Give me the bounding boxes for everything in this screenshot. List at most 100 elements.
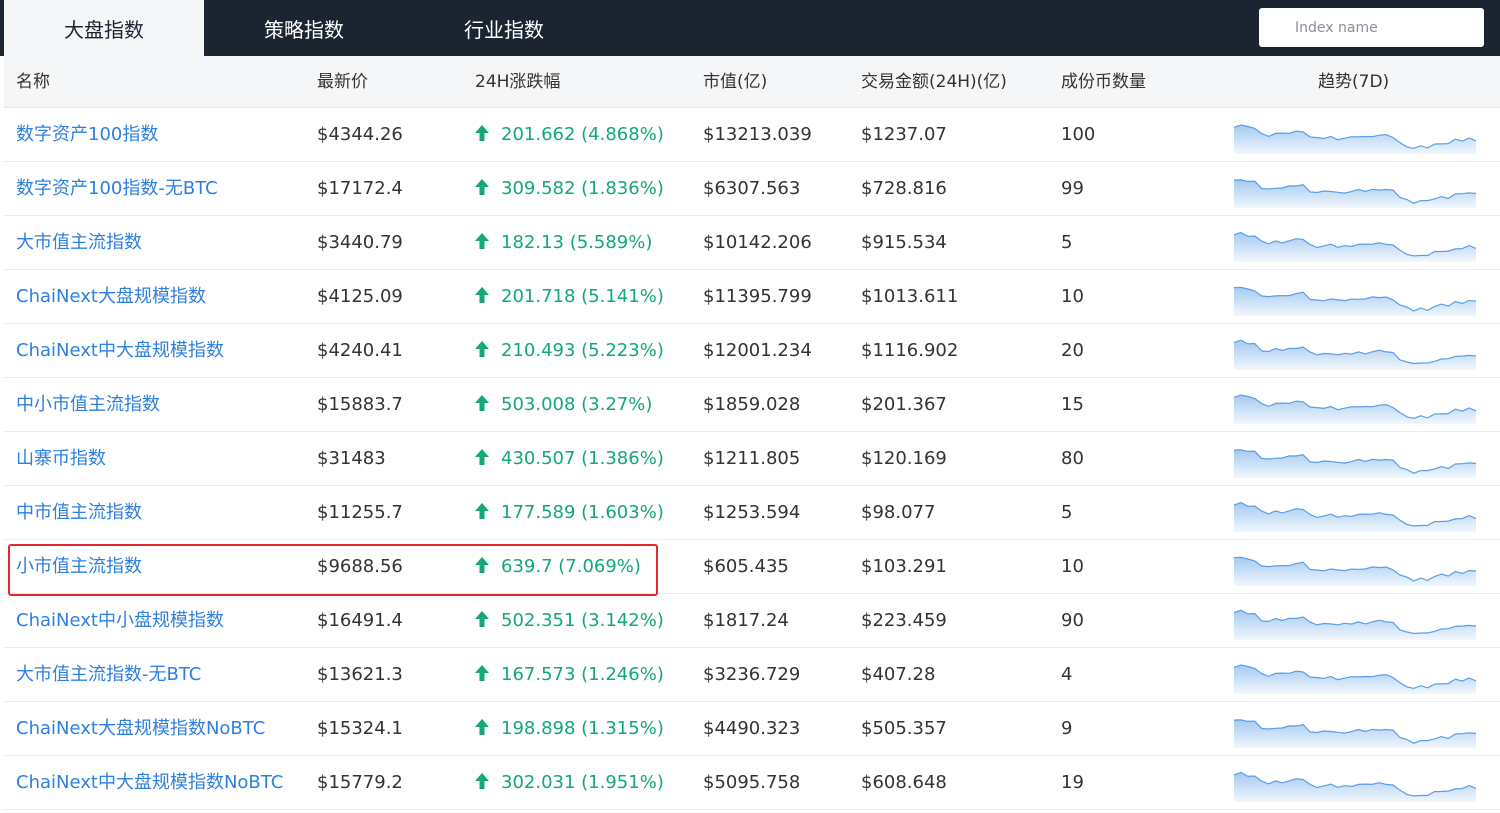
trend-sparkline	[1234, 771, 1476, 802]
table-header: 名称 最新价 24H涨跌幅 市值(亿) 交易金额(24H)(亿) 成份币数量 趋…	[4, 56, 1500, 108]
market-cap: $13213.039	[703, 124, 812, 145]
table-row[interactable]: 中小市值主流指数 $15883.7 503.008 (3.27%) $1859.028…	[4, 378, 1500, 432]
table-row[interactable]: 大市值主流指数 $3440.79 182.13 (5.589%) $10142.206…	[4, 216, 1500, 270]
index-name-link[interactable]: 中小市值主流指数	[16, 378, 160, 432]
index-name-link[interactable]: 山寨币指数	[16, 432, 106, 486]
table-row[interactable]: ChaiNext大盘规模指数NoBTC $15324.1 198.898 (1.31…	[4, 702, 1500, 756]
index-name-link[interactable]: 大市值主流指数	[16, 216, 142, 270]
tab-industry-index[interactable]: 行业指数	[404, 0, 604, 56]
table-row[interactable]: 小市值主流指数 $9688.56 639.7 (7.069%) $605.435 $10…	[4, 540, 1500, 594]
change-24h-value: 639.7 (7.069%)	[501, 556, 641, 577]
table-row[interactable]: 大市值主流指数-无BTC $13621.3 167.573 (1.246%) $323…	[4, 648, 1500, 702]
trading-volume: $728.816	[861, 178, 947, 199]
change-24h-value: 502.351 (3.142%)	[501, 610, 664, 631]
index-name-link[interactable]: 数字资产100指数-无BTC	[16, 162, 218, 216]
index-name-link[interactable]: ChaiNext中大盘规模指数NoBTC	[16, 756, 283, 810]
change-24h: 177.589 (1.603%)	[475, 486, 664, 540]
change-24h-value: 177.589 (1.603%)	[501, 502, 664, 523]
trend-sparkline	[1234, 449, 1476, 478]
column-header-name[interactable]: 名称	[16, 56, 50, 108]
index-name-link[interactable]: 数字资产100指数	[16, 108, 158, 162]
sparkline-area	[1234, 449, 1476, 478]
sparkline-area	[1234, 610, 1476, 640]
change-24h: 182.13 (5.589%)	[475, 216, 652, 270]
index-name-link[interactable]: 大市值主流指数-无BTC	[16, 648, 201, 702]
arrow-up-icon	[475, 719, 489, 735]
latest-price: $17172.4	[317, 178, 403, 199]
arrow-up-icon	[475, 287, 489, 303]
market-cap: $1253.594	[703, 502, 801, 523]
latest-price: $4125.09	[317, 286, 403, 307]
sparkline-area	[1234, 232, 1476, 262]
change-24h-value: 201.718 (5.141%)	[501, 286, 664, 307]
table-row[interactable]: 山寨币指数 $31483 430.507 (1.386%) $1211.805 $120…	[4, 432, 1500, 486]
latest-price: $4344.26	[317, 124, 403, 145]
index-name-link[interactable]: ChaiNext大盘规模指数NoBTC	[16, 702, 265, 756]
table-row[interactable]: ChaiNext中大盘规模指数 $4240.41 210.493 (5.223%) $…	[4, 324, 1500, 378]
trend-sparkline	[1234, 179, 1476, 208]
market-cap: $1859.028	[703, 394, 801, 415]
sparkline-area	[1234, 772, 1476, 802]
tab-market-index[interactable]: 大盘指数	[4, 0, 204, 56]
index-name-link[interactable]: ChaiNext大盘规模指数	[16, 270, 206, 324]
constituent-count: 80	[1061, 448, 1084, 469]
trend-sparkline	[1234, 339, 1476, 370]
latest-price: $3440.79	[317, 232, 403, 253]
change-24h-value: 503.008 (3.27%)	[501, 394, 653, 415]
trend-sparkline	[1234, 501, 1476, 532]
market-cap: $6307.563	[703, 178, 801, 199]
search-input[interactable]	[1259, 8, 1484, 47]
change-24h: 302.031 (1.951%)	[475, 756, 664, 810]
trading-volume: $608.648	[861, 772, 947, 793]
latest-price: $31483	[317, 448, 386, 469]
table-row[interactable]: ChaiNext中大盘规模指数NoBTC $15779.2 302.031 (1.9…	[4, 756, 1500, 810]
sparkline-area	[1234, 557, 1476, 586]
arrow-up-icon	[475, 395, 489, 411]
arrow-up-icon	[475, 125, 489, 141]
tab-strategy-index[interactable]: 策略指数	[204, 0, 404, 56]
column-header-change[interactable]: 24H涨跌幅	[475, 56, 560, 108]
trend-sparkline	[1234, 394, 1476, 424]
change-24h: 639.7 (7.069%)	[475, 540, 641, 594]
arrow-up-icon	[475, 665, 489, 681]
latest-price: $15324.1	[317, 718, 403, 739]
change-24h-value: 198.898 (1.315%)	[501, 718, 664, 739]
table-row[interactable]: 数字资产100指数-无BTC $17172.4 309.582 (1.836%) $6…	[4, 162, 1500, 216]
column-header-price[interactable]: 最新价	[317, 56, 368, 108]
trend-sparkline	[1234, 664, 1476, 694]
column-header-trend: 趋势(7D)	[1318, 72, 1390, 92]
sparkline-area	[1234, 340, 1476, 370]
column-header-market-cap[interactable]: 市值(亿)	[703, 56, 767, 108]
sparkline-area	[1234, 287, 1476, 316]
column-header-constituents[interactable]: 成份币数量	[1061, 56, 1146, 108]
trading-volume: $223.459	[861, 610, 947, 631]
index-name-link[interactable]: ChaiNext中大盘规模指数	[16, 324, 224, 378]
arrow-up-icon	[475, 503, 489, 519]
trading-volume: $1013.611	[861, 286, 959, 307]
sparkline-area	[1234, 665, 1476, 694]
market-cap: $5095.758	[703, 772, 801, 793]
table-row[interactable]: 中市值主流指数 $11255.7 177.589 (1.603%) $1253.594…	[4, 486, 1500, 540]
trading-volume: $1237.07	[861, 124, 947, 145]
index-name-link[interactable]: 小市值主流指数	[16, 540, 142, 594]
index-name-link[interactable]: ChaiNext中小盘规模指数	[16, 594, 224, 648]
change-24h: 167.573 (1.246%)	[475, 648, 664, 702]
table-row[interactable]: ChaiNext中小盘规模指数 $16491.4 502.351 (3.142%) $…	[4, 594, 1500, 648]
trend-sparkline	[1234, 556, 1476, 586]
change-24h-value: 182.13 (5.589%)	[501, 232, 653, 253]
sparkline-area	[1234, 395, 1476, 424]
top-nav-bar: 大盘指数 策略指数 行业指数	[0, 0, 1500, 56]
trading-volume: $407.28	[861, 664, 936, 685]
latest-price: $9688.56	[317, 556, 403, 577]
index-name-link[interactable]: 中市值主流指数	[16, 486, 142, 540]
arrow-up-icon	[475, 773, 489, 789]
table-row[interactable]: ChaiNext大盘规模指数 $4125.09 201.718 (5.141%) $1…	[4, 270, 1500, 324]
market-cap: $1817.24	[703, 610, 789, 631]
constituent-count: 10	[1061, 556, 1084, 577]
change-24h: 502.351 (3.142%)	[475, 594, 664, 648]
sparkline-area	[1234, 125, 1476, 154]
column-header-volume[interactable]: 交易金额(24H)(亿)	[861, 56, 1007, 108]
constituent-count: 20	[1061, 340, 1084, 361]
table-row[interactable]: 数字资产100指数 $4344.26 201.662 (4.868%) $13213.…	[4, 108, 1500, 162]
change-24h-value: 302.031 (1.951%)	[501, 772, 664, 793]
